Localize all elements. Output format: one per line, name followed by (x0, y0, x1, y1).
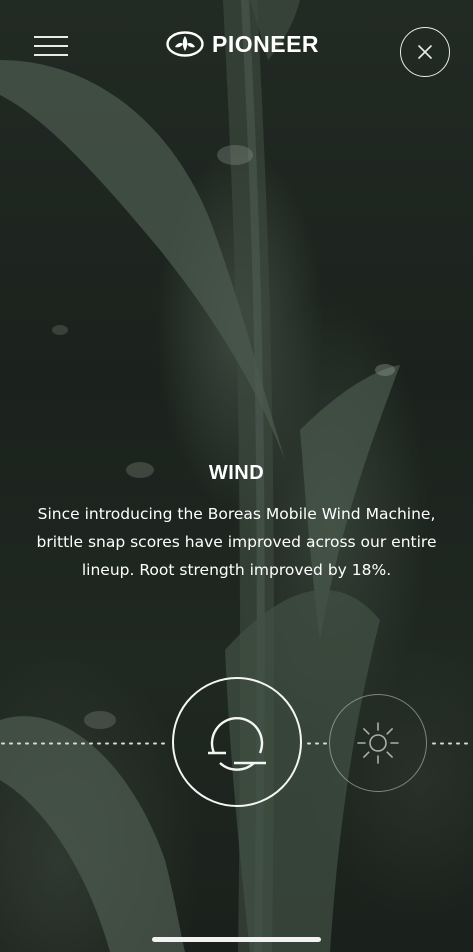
close-button[interactable] (400, 27, 450, 77)
sun-icon (357, 722, 399, 764)
wind-icon (208, 717, 266, 771)
app-screen: PIONEER WIND Since introducing the Borea… (0, 0, 473, 952)
home-indicator[interactable] (152, 937, 321, 942)
feature-description: Since introducing the Boreas Mobile Wind… (36, 505, 437, 579)
close-icon (418, 45, 432, 59)
brand-name: PIONEER (212, 31, 320, 57)
top-bar: PIONEER (0, 0, 473, 90)
carousel-track-middle (307, 742, 327, 745)
carousel-track-left (1, 742, 165, 745)
carousel-item-wind[interactable] (172, 677, 302, 807)
feature-title: WIND (208, 462, 265, 484)
pioneer-logo-icon (166, 31, 204, 57)
brand-logo[interactable]: PIONEER (166, 30, 319, 58)
carousel-track-right (432, 742, 472, 745)
feature-carousel (0, 677, 473, 809)
hamburger-menu-icon[interactable] (34, 36, 68, 56)
carousel-item-sun[interactable] (329, 694, 427, 792)
feature-content: WIND Since introducing the Boreas Mobile… (30, 460, 443, 584)
